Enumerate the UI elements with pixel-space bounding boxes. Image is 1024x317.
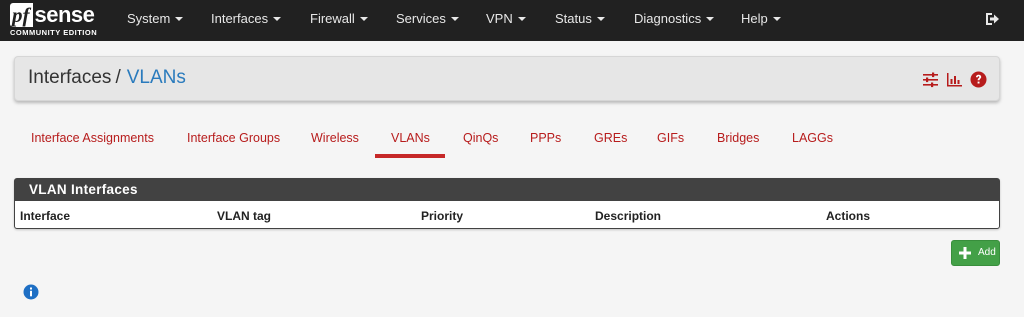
logo-sense: sense bbox=[34, 2, 95, 27]
question-circle-icon[interactable] bbox=[970, 71, 987, 88]
tab-interface-assignments[interactable]: Interface Assignments bbox=[31, 131, 154, 145]
panel-heading: VLAN Interfaces bbox=[15, 179, 999, 201]
nav-help[interactable]: Help bbox=[741, 11, 781, 26]
column-header-priority[interactable]: Priority bbox=[421, 209, 463, 223]
nav-diagnostics[interactable]: Diagnostics bbox=[634, 11, 715, 26]
sign-out-icon[interactable] bbox=[984, 11, 1000, 27]
breadcrumb-current[interactable]: VLANs bbox=[127, 67, 186, 88]
tab-gres[interactable]: GREs bbox=[594, 131, 627, 145]
nav-status[interactable]: Status bbox=[555, 11, 605, 26]
caret-down-icon bbox=[517, 16, 526, 21]
nav-interfaces-label: Interfaces bbox=[211, 11, 269, 26]
breadcrumb-parent: Interfaces bbox=[28, 67, 112, 88]
nav-services-label: Services bbox=[396, 11, 446, 26]
add-button-label: Add bbox=[978, 247, 996, 258]
info-circle-icon[interactable] bbox=[23, 284, 39, 300]
pfsense-logo[interactable]: pf sense COMMUNITY EDITION bbox=[10, 3, 106, 39]
tab-gifs[interactable]: GIFs bbox=[657, 131, 684, 145]
nav-diagnostics-label: Diagnostics bbox=[634, 11, 702, 26]
breadcrumb: Interfaces / VLANs bbox=[28, 67, 186, 89]
page-header: Interfaces / VLANs bbox=[14, 56, 1000, 101]
caret-down-icon bbox=[450, 16, 459, 21]
caret-down-icon bbox=[772, 16, 781, 21]
nav-firewall-label: Firewall bbox=[310, 11, 355, 26]
bar-chart-icon[interactable] bbox=[946, 71, 963, 88]
column-header-interface[interactable]: Interface bbox=[20, 209, 70, 223]
caret-down-icon bbox=[706, 16, 715, 21]
tab-interface-groups[interactable]: Interface Groups bbox=[187, 131, 280, 145]
sliders-icon[interactable] bbox=[922, 71, 939, 88]
column-header-description[interactable]: Description bbox=[595, 209, 661, 223]
panel-title: VLAN Interfaces bbox=[29, 182, 138, 197]
nav-system-label: System bbox=[127, 11, 171, 26]
logo-pf: pf bbox=[10, 3, 33, 27]
logo-edition: COMMUNITY EDITION bbox=[10, 28, 98, 37]
tab-vlans[interactable]: VLANs bbox=[391, 131, 430, 145]
tab-wireless[interactable]: Wireless bbox=[311, 131, 359, 145]
nav-system[interactable]: System bbox=[127, 11, 184, 26]
breadcrumb-separator: / bbox=[115, 67, 121, 88]
nav-vpn[interactable]: VPN bbox=[486, 11, 526, 26]
add-button[interactable]: Add bbox=[951, 240, 1000, 266]
caret-down-icon bbox=[273, 16, 282, 21]
vlan-interfaces-panel: VLAN Interfaces Interface VLAN tag Prior… bbox=[14, 178, 1000, 229]
tab-laggs[interactable]: LAGGs bbox=[792, 131, 833, 145]
caret-down-icon bbox=[175, 16, 184, 21]
nav-firewall[interactable]: Firewall bbox=[310, 11, 368, 26]
nav-interfaces[interactable]: Interfaces bbox=[211, 11, 282, 26]
top-navbar: pf sense COMMUNITY EDITION System Interfa… bbox=[0, 0, 1024, 41]
caret-down-icon bbox=[596, 16, 605, 21]
tab-bridges[interactable]: Bridges bbox=[717, 131, 759, 145]
caret-down-icon bbox=[359, 16, 368, 21]
nav-status-label: Status bbox=[555, 11, 592, 26]
tab-ppps[interactable]: PPPs bbox=[530, 131, 561, 145]
logo-mark: pf sense bbox=[10, 2, 95, 27]
nav-services[interactable]: Services bbox=[396, 11, 459, 26]
tab-qinqs[interactable]: QinQs bbox=[463, 131, 498, 145]
active-tab-indicator bbox=[375, 154, 445, 158]
nav-vpn-label: VPN bbox=[486, 11, 513, 26]
column-header-vlan-tag[interactable]: VLAN tag bbox=[217, 209, 271, 223]
plus-icon bbox=[958, 246, 972, 260]
column-header-actions: Actions bbox=[826, 209, 871, 223]
nav-help-label: Help bbox=[741, 11, 768, 26]
